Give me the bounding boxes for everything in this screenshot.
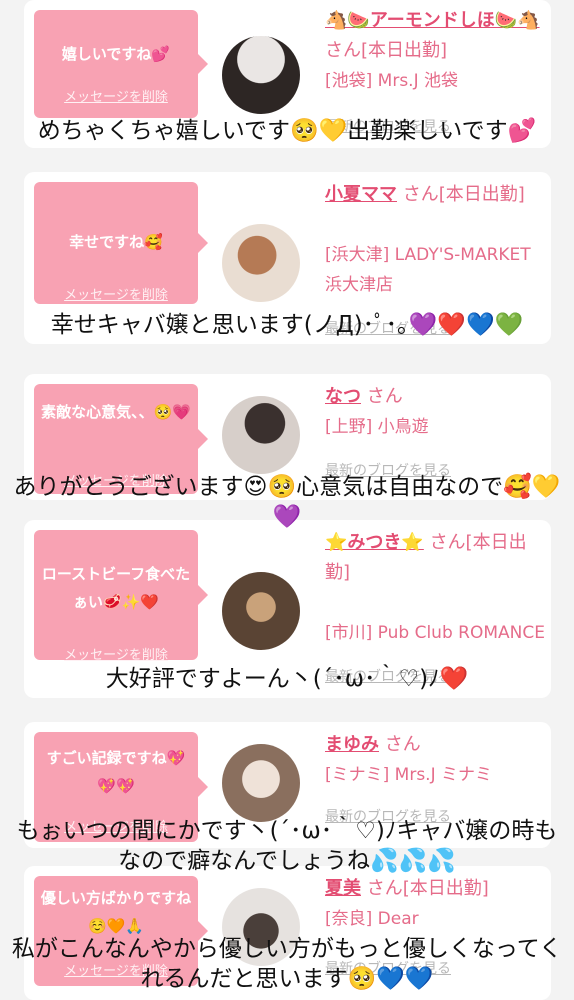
message-text: 嬉しいですね💕 <box>61 45 171 63</box>
overlay-caption: もぉいつの間にかです丶(´･ω･｀♡)ﾉキャバ嬢の時もなので癖なんでしょうね💦💦… <box>16 818 558 874</box>
overlay-caption: 私がこんなんやから優しい方がもっと優しくなってくれるんだと思います🥺💙💙 <box>11 936 563 992</box>
cast-name-link[interactable]: まゆみ <box>325 734 379 755</box>
shop-name: [市川] Pub Club ROMANCE <box>325 623 545 643</box>
avatar[interactable] <box>222 224 300 302</box>
delete-message-link[interactable]: メッセージを削除 <box>34 644 198 663</box>
avatar[interactable] <box>222 396 300 474</box>
avatar[interactable] <box>222 572 300 650</box>
cast-status: さん <box>384 734 421 755</box>
delete-message-link[interactable]: メッセージを削除 <box>34 284 198 303</box>
cast-info: なつ さん [上野] 小鳥遊 <box>325 382 547 442</box>
cast-status: さん <box>366 386 403 407</box>
shop-name: [池袋] Mrs.J 池袋 <box>325 71 459 91</box>
overlay-caption: ありがとうございます😍🥺心意気は自由なので🥰💛💜 <box>13 474 561 530</box>
avatar[interactable] <box>222 36 300 114</box>
cast-info: 小夏ママ さん[本日出勤] [浜大津] LADY'S-MARKET 浜大津店 <box>325 180 547 300</box>
message-text: 幸せですね🥰 <box>69 233 163 251</box>
cast-status: さん[本日出勤] <box>402 184 525 205</box>
cast-status: さん[本日出勤] <box>325 40 448 61</box>
avatar[interactable] <box>222 744 300 822</box>
shop-name: [上野] 小鳥遊 <box>325 417 429 437</box>
cast-name-link[interactable]: 🐴🍉アーモンドしほ🍉🐴 <box>325 10 540 31</box>
cast-status: さん[本日出勤] <box>366 878 489 899</box>
message-bubble: ローストビーフ食べたぁい🥩✨❤️ メッセージを削除 <box>34 530 208 663</box>
shop-name: [奈良] Dear <box>325 909 419 929</box>
cast-name-link[interactable]: 小夏ママ <box>325 184 397 205</box>
cast-info: まゆみ さん [ミナミ] Mrs.J ミナミ <box>325 730 547 790</box>
cast-info: 🐴🍉アーモンドしほ🍉🐴 さん[本日出勤] [池袋] Mrs.J 池袋 <box>325 6 547 96</box>
message-bubble: 幸せですね🥰 メッセージを削除 <box>34 182 208 304</box>
message-text: すごい記録ですね💖💖💖 <box>46 749 186 795</box>
message-text: 素敵な心意気、、🥺💗 <box>41 403 191 421</box>
message-text: 優しい方ばかりですね☺️🧡🙏 <box>40 889 192 935</box>
overlay-caption: めちゃくちゃ嬉しいです🥺💛出勤楽しいです💕 <box>37 118 537 144</box>
cast-name-link[interactable]: ⭐️みつき⭐️ <box>325 532 424 553</box>
cast-info: 夏美 さん[本日出勤] [奈良] Dear <box>325 874 547 934</box>
delete-message-link[interactable]: メッセージを削除 <box>34 86 198 105</box>
message-bubble: 嬉しいですね💕 メッセージを削除 <box>34 10 208 118</box>
shop-name: [ミナミ] Mrs.J ミナミ <box>325 765 493 785</box>
message-text: ローストビーフ食べたぁい🥩✨❤️ <box>41 565 191 611</box>
shop-name: [浜大津] LADY'S-MARKET 浜大津店 <box>325 245 531 295</box>
cast-name-link[interactable]: 夏美 <box>325 878 361 899</box>
cast-name-link[interactable]: なつ <box>325 386 361 407</box>
cast-info: ⭐️みつき⭐️ さん[本日出勤] [市川] Pub Club ROMANCE <box>325 528 547 648</box>
overlay-caption: 大好評ですよーん丶(´･ω･｀♡)ﾉ❤️ <box>105 666 469 692</box>
overlay-caption: 幸せキャバ嬢と思います(ノД)･ﾟ･｡💜❤️💙💚 <box>50 312 524 338</box>
